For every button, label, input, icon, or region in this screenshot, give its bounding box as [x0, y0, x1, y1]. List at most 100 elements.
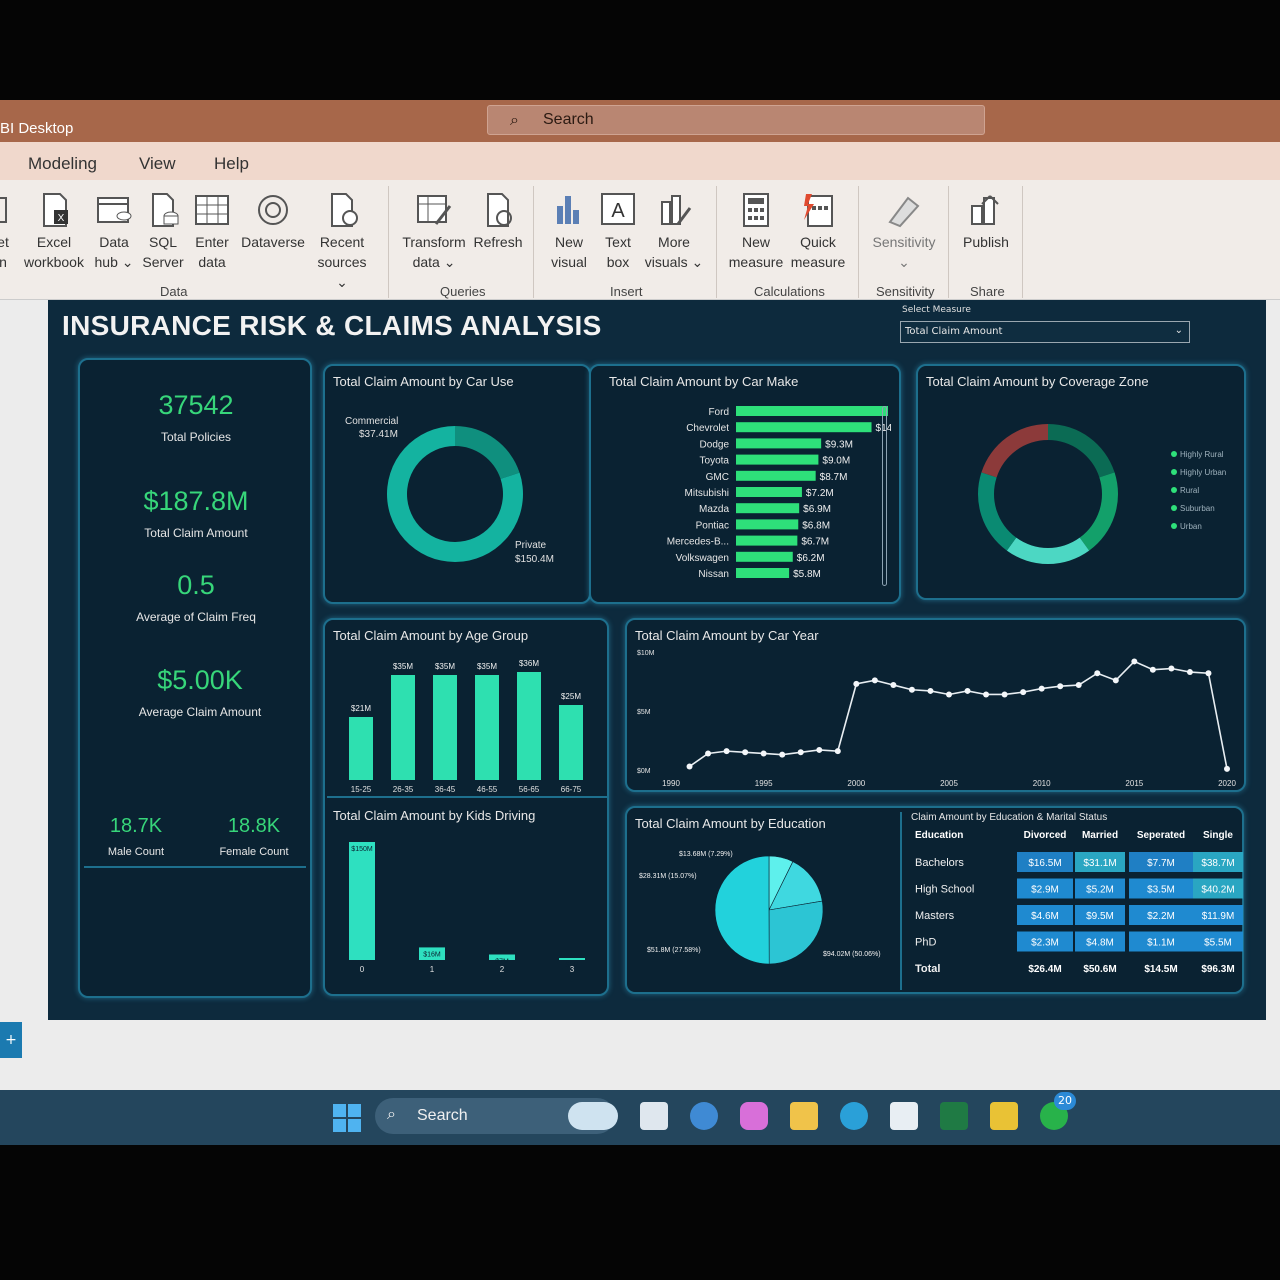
age-group-bar-chart: $21M 15-25 $35M 26-35 $35M 36-45 $35M 46-55 $36M… [349, 659, 583, 794]
education-panel[interactable]: Total Claim Amount by Education $13.68M … [625, 806, 1244, 994]
refresh-icon [487, 193, 512, 227]
avg-claim-freq-label: Average of Claim Freq [136, 610, 256, 624]
text-box-button[interactable]: A Text box [598, 192, 638, 272]
y-tick-label: $0M [637, 768, 651, 775]
new-measure-button[interactable]: New measure [726, 192, 786, 272]
car-make-chart-panel[interactable]: Total Claim Amount by Car Make Ford$16.6… [589, 364, 901, 604]
matrix-cell: $14.5M [1144, 964, 1177, 975]
data-point [834, 748, 841, 755]
donut-slice [455, 426, 520, 479]
bar [475, 675, 499, 780]
bar-value-label: $8.7M [820, 472, 848, 483]
kpi-panel: 37542 Total Policies $187.8M Total Claim… [78, 358, 312, 998]
slice-label: $51.8M (27.58%) [647, 947, 701, 954]
menu-view[interactable]: View [139, 154, 176, 174]
report-canvas: INSURANCE RISK & CLAIMS ANALYSIS Select … [48, 300, 1266, 1020]
matrix-cell: $4.6M [1031, 911, 1059, 922]
edge-icon[interactable] [840, 1102, 868, 1130]
x-tick-label: 2005 [940, 779, 958, 788]
calculator-icon [743, 193, 769, 227]
coverage-zone-chart-panel[interactable]: Total Claim Amount by Coverage Zone High… [916, 364, 1246, 600]
car-use-chart-panel[interactable]: Total Claim Amount by Car Use Commercial… [323, 364, 591, 604]
search-icon: ⌕ [510, 110, 519, 129]
menu-help[interactable]: Help [214, 154, 249, 174]
data-point [946, 691, 952, 698]
slice-label: $13.68M (7.29%) [679, 851, 733, 858]
total-claim-amount-value: $187.8M [143, 486, 249, 516]
matrix-cell: $7.7M [1147, 858, 1175, 869]
matrix-cell: $96.3M [1201, 964, 1234, 975]
search-input[interactable]: ⌕ Search [487, 105, 985, 135]
total-policies-value: 37542 [158, 390, 234, 420]
get-data-button[interactable]: et n [0, 192, 12, 272]
publish-button[interactable]: Publish [958, 192, 1014, 252]
divider [327, 796, 607, 798]
publish-icon [971, 195, 999, 225]
matrix-row-label: High School [915, 884, 974, 896]
sensitivity-button[interactable]: Sensitivity ⌄ [868, 192, 940, 272]
power-bi-icon[interactable] [990, 1102, 1018, 1130]
age-group-chart-panel[interactable]: Total Claim Amount by Age Group $21M 15-2… [323, 618, 609, 996]
matrix-cell: $11.9M [1202, 911, 1235, 922]
dataverse-button[interactable]: Dataverse [240, 192, 306, 252]
bar-value-label: $25M [561, 692, 581, 701]
file-explorer-icon[interactable] [790, 1102, 818, 1130]
matrix-cell: $3.5M [1147, 885, 1175, 896]
matrix-cell: $50.6M [1083, 964, 1116, 975]
slice-label: $94.02M (50.06%) [823, 951, 881, 958]
education-pie-chart: $13.68M (7.29%) $28.31M (15.07%) $51.8M (2… [639, 851, 881, 965]
svg-text:X: X [58, 213, 65, 224]
sql-server-button[interactable]: SQL Server [141, 192, 185, 272]
select-measure-dropdown[interactable]: Total Claim Amount ⌄ [900, 321, 1190, 343]
bar [736, 470, 816, 481]
coverage-zone-donut: Highly Rural Highly Urban Rural Suburban Urb… [978, 424, 1226, 564]
task-view-icon[interactable] [640, 1102, 668, 1130]
legend-marker [1171, 469, 1177, 475]
menu-modeling[interactable]: Modeling [28, 154, 97, 174]
excel-icon[interactable] [940, 1102, 968, 1130]
copilot-icon[interactable] [740, 1102, 768, 1130]
education-chart-title: Total Claim Amount by Education [635, 816, 826, 831]
widgets-icon[interactable] [568, 1102, 618, 1130]
data-point [983, 691, 990, 698]
more-visuals-button[interactable]: More visuals ⌄ [644, 192, 704, 272]
recent-sources-button[interactable]: Recent sources ⌄ [310, 192, 374, 292]
refresh-button[interactable]: Refresh [472, 192, 524, 252]
more-visuals-icon [661, 195, 692, 225]
car-use-donut: Commercial $37.41M Private $150.4M [345, 416, 554, 565]
transform-data-button[interactable]: Transform data ⌄ [398, 192, 470, 272]
data-point [1075, 682, 1082, 689]
excel-workbook-button[interactable]: X Excel workbook [20, 192, 88, 272]
chat-icon[interactable] [690, 1102, 718, 1130]
matrix-cell: $16.5M [1028, 858, 1061, 869]
data-point [1168, 665, 1175, 672]
select-measure-value: Total Claim Amount [905, 326, 1003, 337]
quick-measure-button[interactable]: Quick measure [788, 192, 848, 272]
taskbar: ⌕ Search 20 [0, 1090, 1280, 1145]
bar-category-label: Dodge [700, 439, 730, 450]
data-point [1057, 683, 1064, 690]
dataverse-icon [258, 195, 288, 225]
bar [736, 438, 822, 449]
car-year-chart-panel[interactable]: Total Claim Amount by Car Year $10M $5M $0… [625, 618, 1246, 792]
bar-value-label: $35M [393, 662, 413, 671]
car-make-bar-chart: Ford$16.6MChevrolet$14.8MDodge$9.3MToyot… [667, 406, 891, 580]
data-hub-button[interactable]: Data hub ⌄ [92, 192, 136, 272]
data-point [871, 677, 878, 684]
matrix-cell: $2.9M [1031, 885, 1059, 896]
legend-label: Urban [1180, 522, 1202, 531]
windows-start-icon[interactable] [333, 1104, 361, 1132]
data-point [760, 750, 767, 757]
donut-slice [1048, 424, 1115, 478]
scrollbar[interactable] [882, 406, 887, 586]
ribbon: et n X Excel workbook Data hub ⌄ SQL Server … [0, 180, 1280, 300]
title-bar: BI Desktop ⌕ Search [0, 100, 1280, 142]
pie-slice [714, 855, 770, 965]
add-page-button[interactable]: + [0, 1022, 22, 1058]
legend-label: Highly Rural [1180, 450, 1224, 459]
new-visual-button[interactable]: New visual [546, 192, 592, 272]
car-use-chart-title: Total Claim Amount by Car Use [333, 374, 514, 389]
store-icon[interactable] [890, 1102, 918, 1130]
enter-data-button[interactable]: Enter data [192, 192, 232, 272]
bar [736, 503, 800, 514]
